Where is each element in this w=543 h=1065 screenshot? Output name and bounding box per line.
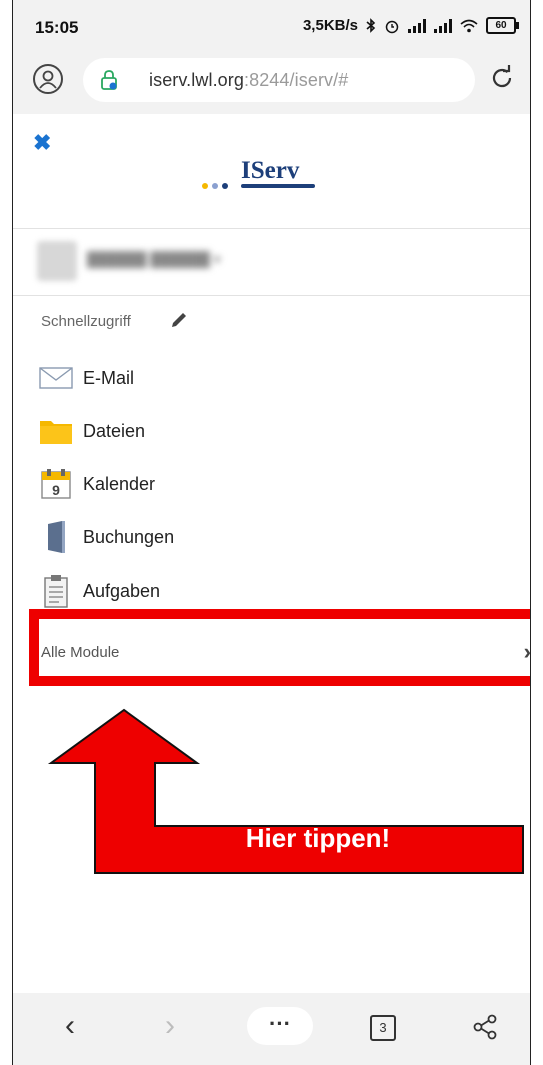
- quick-item-email[interactable]: E-Mail: [39, 358, 439, 398]
- folder-icon: [39, 414, 73, 448]
- network-speed: 3,5KB/s: [302, 17, 358, 34]
- quick-item-calendar[interactable]: 9 Kalender: [39, 464, 439, 504]
- close-icon[interactable]: ✖: [33, 130, 51, 156]
- mail-icon: [39, 361, 73, 395]
- user-name-blurred: ██████ ██████ ▾: [87, 251, 221, 267]
- clipboard-icon: [39, 574, 73, 608]
- signal-icon: [408, 18, 426, 33]
- door-icon: [39, 520, 73, 554]
- quick-item-files[interactable]: Dateien: [39, 411, 439, 451]
- quick-item-tasks[interactable]: Aufgaben: [39, 571, 439, 611]
- section-title: Schnellzugriff: [41, 313, 131, 330]
- battery-icon: 60: [486, 17, 519, 34]
- quick-item-label: Kalender: [83, 473, 156, 494]
- iserv-logo: IServ: [202, 157, 315, 189]
- share-icon[interactable]: [471, 1013, 499, 1041]
- pencil-icon[interactable]: [169, 310, 189, 330]
- quick-item-label: Dateien: [83, 420, 146, 441]
- calendar-day: 9: [52, 482, 60, 498]
- quick-item-bookings[interactable]: Buchungen: [39, 517, 439, 557]
- address-bar[interactable]: iserv.lwl.org:8244/iserv/#: [83, 58, 475, 102]
- highlight-box: [29, 609, 530, 686]
- signal-icon: [434, 18, 452, 33]
- more-button[interactable]: ···: [247, 1007, 313, 1045]
- forward-icon[interactable]: ›: [165, 1009, 175, 1043]
- reload-icon[interactable]: [488, 64, 516, 92]
- quick-item-label: Aufgaben: [83, 580, 161, 601]
- quick-item-label: Buchungen: [83, 526, 175, 547]
- annotation-text: Hier tippen!: [245, 823, 391, 853]
- status-icons: 3,5KB/s 60: [302, 17, 519, 34]
- status-bar: 15:05 3,5KB/s 60: [13, 0, 530, 50]
- tab-count-button[interactable]: 3: [370, 1015, 396, 1041]
- alarm-icon: [385, 20, 399, 33]
- user-account-row[interactable]: ██████ ██████ ▾: [13, 229, 530, 295]
- back-icon[interactable]: ‹: [65, 1009, 75, 1043]
- wifi-icon: [460, 19, 478, 32]
- browser-bottom-nav: ‹ › ··· 3: [13, 993, 530, 1065]
- calendar-icon: 9: [39, 467, 73, 501]
- url-host: iserv.lwl.org: [149, 70, 244, 90]
- quick-item-label: E-Mail: [83, 367, 135, 388]
- lock-icon: [101, 70, 117, 90]
- logo-text: IServ: [241, 157, 300, 184]
- url-path: :8244/iserv/#: [243, 70, 349, 90]
- divider: [13, 295, 530, 296]
- status-time: 15:05: [35, 18, 79, 37]
- bluetooth-icon: [366, 18, 376, 33]
- url-text: iserv.lwl.org:8244/iserv/#: [149, 70, 348, 91]
- browser-toolbar: iserv.lwl.org:8244/iserv/#: [13, 50, 530, 114]
- avatar: [37, 241, 77, 281]
- phone-screen: 15:05 3,5KB/s 60 iserv.lwl.org:8244/iser…: [12, 0, 531, 1065]
- profile-icon[interactable]: [33, 64, 63, 94]
